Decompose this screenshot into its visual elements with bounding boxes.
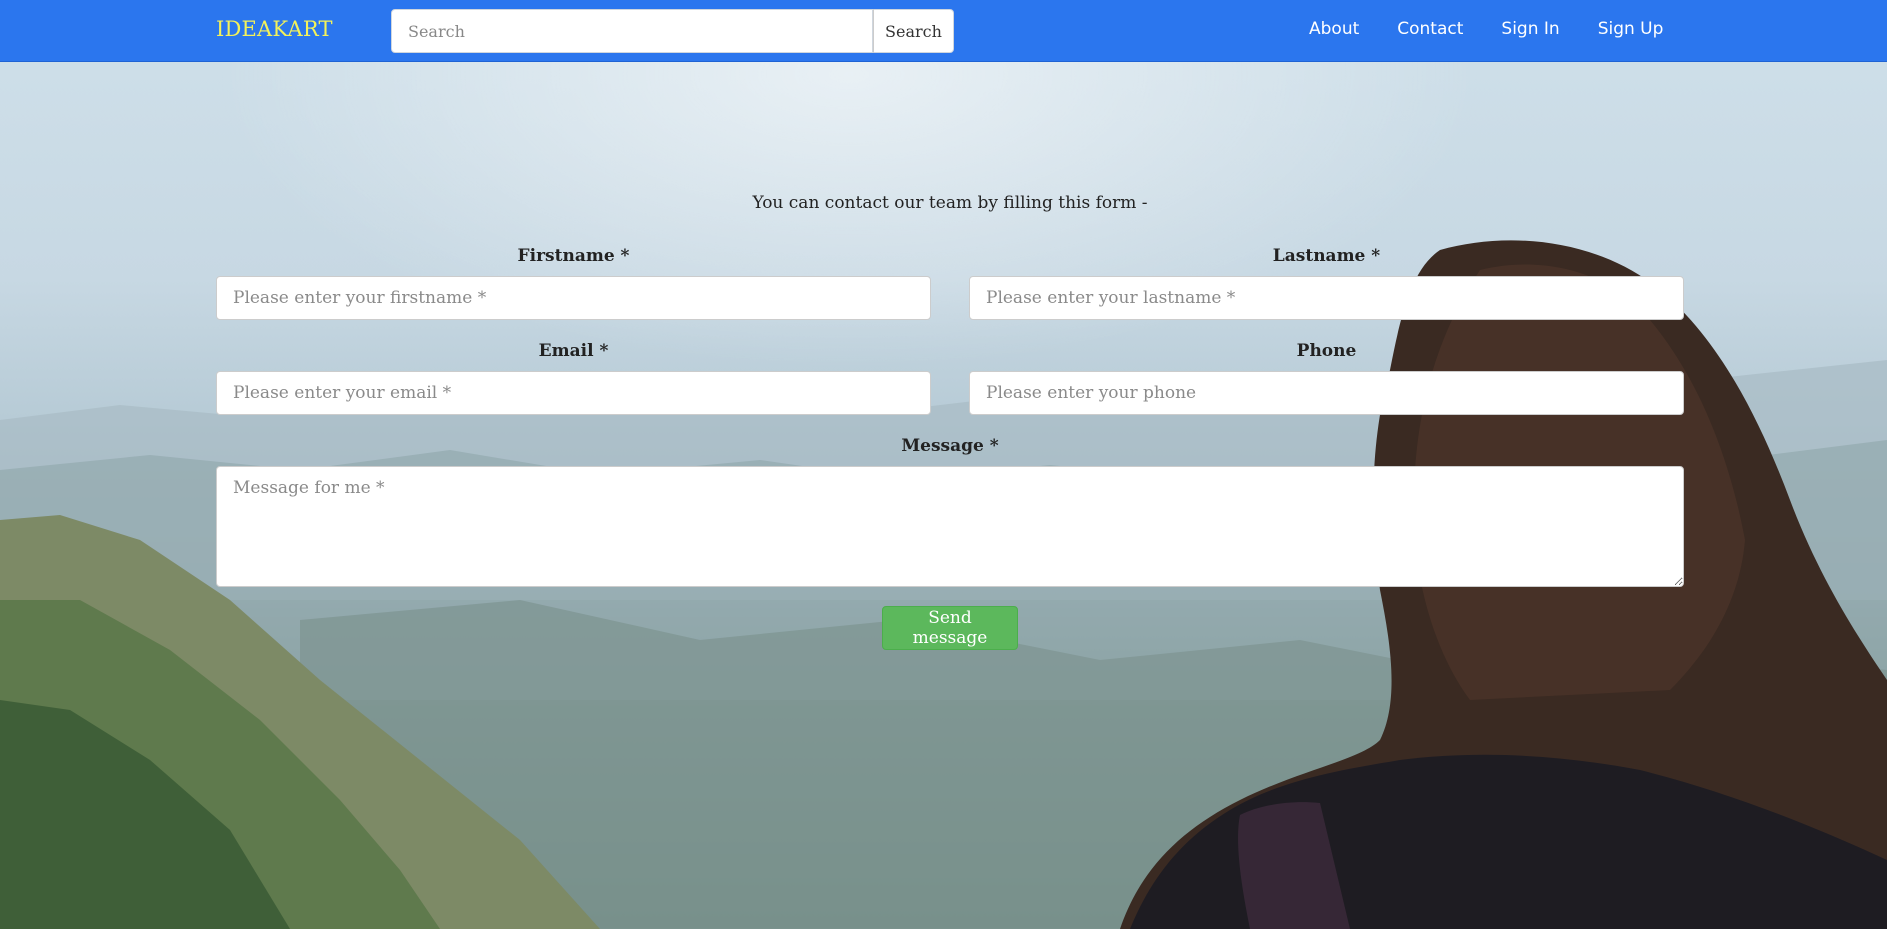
search-button[interactable]: Search [873, 9, 954, 53]
lastname-field[interactable] [969, 276, 1684, 320]
background-image [0, 0, 1887, 929]
lastname-label: Lastname * [1272, 246, 1381, 266]
phone-label: Phone [1296, 341, 1357, 361]
email-field[interactable] [216, 371, 931, 415]
search-input[interactable] [391, 9, 873, 53]
send-message-button[interactable]: Send message [882, 606, 1018, 650]
phone-field[interactable] [969, 371, 1684, 415]
email-label: Email * [538, 341, 609, 361]
brand-logo[interactable]: IDEAKART [216, 17, 333, 41]
firstname-field[interactable] [216, 276, 931, 320]
message-label: Message * [901, 436, 999, 456]
contact-intro-text: You can contact our team by filling this… [752, 193, 1148, 213]
nav-link-about[interactable]: About [1309, 19, 1359, 39]
nav-links: About Contact Sign In Sign Up [1309, 19, 1701, 39]
search-form: Search [391, 9, 954, 53]
message-field[interactable] [216, 466, 1684, 587]
nav-link-contact[interactable]: Contact [1397, 19, 1463, 39]
nav-link-sign-up[interactable]: Sign Up [1598, 19, 1664, 39]
nav-link-sign-in[interactable]: Sign In [1501, 19, 1559, 39]
top-navbar: IDEAKART Search About Contact Sign In Si… [0, 0, 1887, 62]
firstname-label: Firstname * [517, 246, 630, 266]
